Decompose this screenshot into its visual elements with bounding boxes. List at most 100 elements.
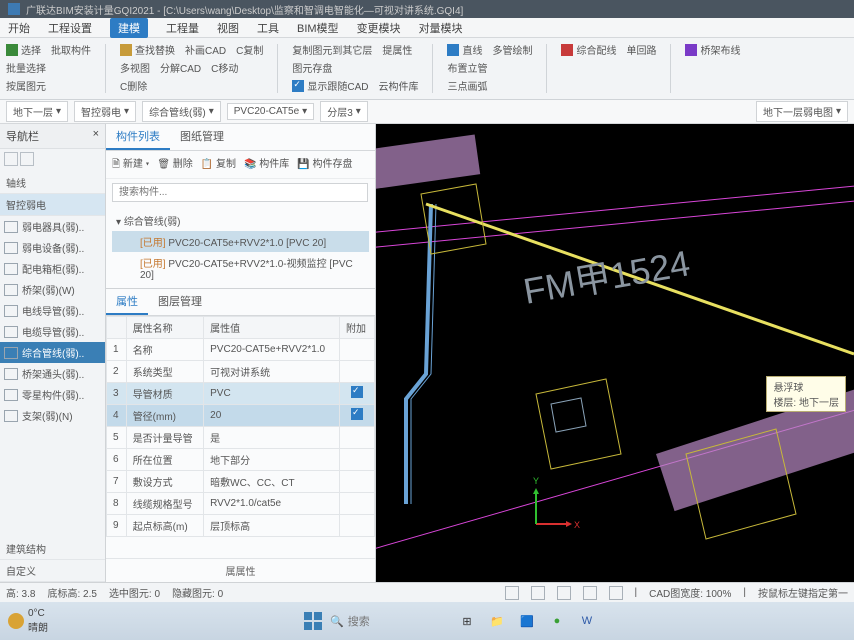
menu-item[interactable]: 工程量 xyxy=(166,20,199,36)
tray-wiring[interactable]: 桥架布线 xyxy=(685,42,740,57)
drawing-canvas[interactable]: FM甲1524 X Y 悬浮球 楼层: 地下一层 xyxy=(376,124,854,582)
decompose-cad[interactable]: 分解CAD xyxy=(160,60,201,75)
breadcrumb: 地下一层 ▾ 智控弱电 ▾ 综合管线(弱) ▾ PVC20-CAT5e ▾ 分层… xyxy=(0,100,854,124)
property-row[interactable]: 4管径(mm)20 xyxy=(107,405,375,427)
property-row[interactable]: 9起点标高(m)层顶标高 xyxy=(107,515,375,537)
nav-item[interactable]: 弱电设备(弱).. xyxy=(0,237,105,258)
nav-tool-icon[interactable] xyxy=(4,152,18,166)
place-riser[interactable]: 布置立管 xyxy=(447,60,487,75)
menu-item[interactable]: 工具 xyxy=(257,20,279,36)
sb-icon[interactable] xyxy=(609,586,623,600)
elem-save[interactable]: 图元存盘 xyxy=(292,60,332,75)
property-row[interactable]: 1名称PVC20-CAT5e+RVV2*1.0 xyxy=(107,339,375,361)
menu-item[interactable]: 工程设置 xyxy=(48,20,92,36)
comp-wiring[interactable]: 综合配线 xyxy=(561,42,616,57)
menu-item[interactable]: 对量模块 xyxy=(419,20,463,36)
tab-properties[interactable]: 属性 xyxy=(106,289,148,315)
c-delete[interactable]: C删除 xyxy=(120,78,147,93)
bc-system[interactable]: 智控弱电 ▾ xyxy=(74,101,136,122)
checkbox-icon[interactable] xyxy=(351,408,363,420)
search-input[interactable] xyxy=(112,183,368,202)
sb-icon[interactable] xyxy=(531,586,545,600)
nav-item[interactable]: 电缆导管(弱).. xyxy=(0,321,105,342)
tab-component-list[interactable]: 构件列表 xyxy=(106,124,170,150)
copy-button[interactable]: 📋 复制 xyxy=(201,155,236,174)
nav-item[interactable]: 综合管线(弱).. xyxy=(0,342,105,363)
three-pt-arc[interactable]: 三点画弧 xyxy=(447,78,487,93)
tab-drawing-mgmt[interactable]: 图纸管理 xyxy=(170,124,234,150)
nav-item[interactable]: 电线导管(弱).. xyxy=(0,300,105,321)
nav-item[interactable]: 桥架通头(弱).. xyxy=(0,363,105,384)
sb-icon[interactable] xyxy=(583,586,597,600)
nav-section[interactable]: 智控弱电 xyxy=(0,194,105,216)
status-bar: 高: 3.8 底标高: 2.5 选中图元: 0 隐藏图元: 0 | CAD图宽度… xyxy=(0,582,854,602)
property-row[interactable]: 8线缆规格型号RVV2*1.0/cat5e xyxy=(107,493,375,515)
bc-layer[interactable]: 分层3 ▾ xyxy=(320,101,368,122)
nav-item[interactable]: 支架(弱)(N) xyxy=(0,405,105,426)
batch-pick[interactable]: 批量选择 xyxy=(6,60,46,75)
bc-floor[interactable]: 地下一层 ▾ xyxy=(6,101,68,122)
taskview-icon[interactable]: ⊞ xyxy=(454,608,480,634)
tree-item[interactable]: [已用] PVC20-CAT5e+RVV2*1.0 [PVC 20] xyxy=(112,231,369,252)
word-icon[interactable]: W xyxy=(574,608,600,634)
cloud-lib[interactable]: 云构件库 xyxy=(378,78,418,93)
nav-tool-icon[interactable] xyxy=(20,152,34,166)
nav-section[interactable]: 轴线 xyxy=(0,172,105,194)
menu-item[interactable]: BIM模型 xyxy=(297,20,339,36)
close-icon[interactable]: × xyxy=(93,128,99,144)
nav-section[interactable]: 建筑结构 xyxy=(0,538,105,560)
weather-widget[interactable]: 0°C晴朗 xyxy=(8,608,48,634)
nav-item[interactable]: 弱电器具(弱).. xyxy=(0,216,105,237)
property-row[interactable]: 3导管材质PVC xyxy=(107,383,375,405)
nav-item[interactable]: 零星构件(弱).. xyxy=(0,384,105,405)
nav-item[interactable]: 桥架(弱)(W) xyxy=(0,279,105,300)
nav-panel: 导航栏× 轴线 智控弱电 弱电器具(弱)..弱电设备(弱)..配电箱柜(弱)..… xyxy=(0,124,106,582)
select-button[interactable]: 选择 xyxy=(6,42,41,57)
wechat-icon[interactable]: ● xyxy=(544,608,570,634)
checkbox-icon[interactable] xyxy=(351,386,363,398)
tab-layer-mgmt[interactable]: 图层管理 xyxy=(148,289,212,315)
menu-item[interactable]: 变更模块 xyxy=(357,20,401,36)
property-row[interactable]: 6所在位置地下部分 xyxy=(107,449,375,471)
extract-attr[interactable]: 提属性 xyxy=(382,42,412,57)
find-replace[interactable]: 查找替换 xyxy=(120,42,175,57)
lib-button[interactable]: 📚 构件库 xyxy=(244,155,289,174)
c-move[interactable]: C移动 xyxy=(211,60,238,75)
menu-item[interactable]: 建模 xyxy=(110,18,148,38)
new-button[interactable]: 🗎 新建 ▾ xyxy=(112,155,149,174)
explorer-icon[interactable]: 📁 xyxy=(484,608,510,634)
sb-icon[interactable] xyxy=(505,586,519,600)
delete-button[interactable]: 🗑 删除 xyxy=(157,155,192,174)
pipe-icon xyxy=(4,347,18,359)
multiview[interactable]: 多视图 xyxy=(120,60,150,75)
bc-category[interactable]: 综合管线(弱) ▾ xyxy=(142,101,221,122)
follow-cad[interactable]: 显示跟随CAD xyxy=(292,78,368,93)
multipipe[interactable]: 多管绘制 xyxy=(492,42,532,57)
property-row[interactable]: 7敷设方式暗敷WC、CC、CT xyxy=(107,471,375,493)
c-copy[interactable]: C复制 xyxy=(236,42,263,57)
sb-icon[interactable] xyxy=(557,586,571,600)
bc-drawing[interactable]: 地下一层弱电图 ▾ xyxy=(756,101,848,122)
fill-cad[interactable]: 补画CAD xyxy=(185,42,226,57)
tree-root[interactable]: ▾ 综合管线(弱) xyxy=(112,210,369,231)
single-loop[interactable]: 单回路 xyxy=(626,42,656,57)
menu-item[interactable]: 视图 xyxy=(217,20,239,36)
status-selected: 选中图元: 0 xyxy=(109,585,160,600)
tree-item[interactable]: [已用] PVC20-CAT5e+RVV2*1.0-视频监控 [PVC 20] xyxy=(112,252,369,284)
app-icon[interactable]: 🟦 xyxy=(514,608,540,634)
by-attr[interactable]: 按属图元 xyxy=(6,78,46,93)
start-icon[interactable] xyxy=(300,608,326,634)
batch-select[interactable]: 批取构件 xyxy=(51,42,91,57)
property-row[interactable]: 2系统类型可视对讲系统 xyxy=(107,361,375,383)
save-button[interactable]: 💾 构件存盘 xyxy=(297,155,352,174)
property-row[interactable]: 5是否计量导管是 xyxy=(107,427,375,449)
prop-footer[interactable]: 属属性 xyxy=(106,558,375,582)
menu-item[interactable]: 开始 xyxy=(8,20,30,36)
bc-spec[interactable]: PVC20-CAT5e ▾ xyxy=(227,103,314,120)
copy-to-layer[interactable]: 复制图元到其它层 xyxy=(292,42,372,57)
nav-item[interactable]: 配电箱柜(弱).. xyxy=(0,258,105,279)
line-tool[interactable]: 直线 xyxy=(447,42,482,57)
svg-text:Y: Y xyxy=(533,476,539,486)
taskbar-search[interactable]: 🔍 搜索 xyxy=(330,613,450,629)
nav-section[interactable]: 自定义 xyxy=(0,560,105,582)
